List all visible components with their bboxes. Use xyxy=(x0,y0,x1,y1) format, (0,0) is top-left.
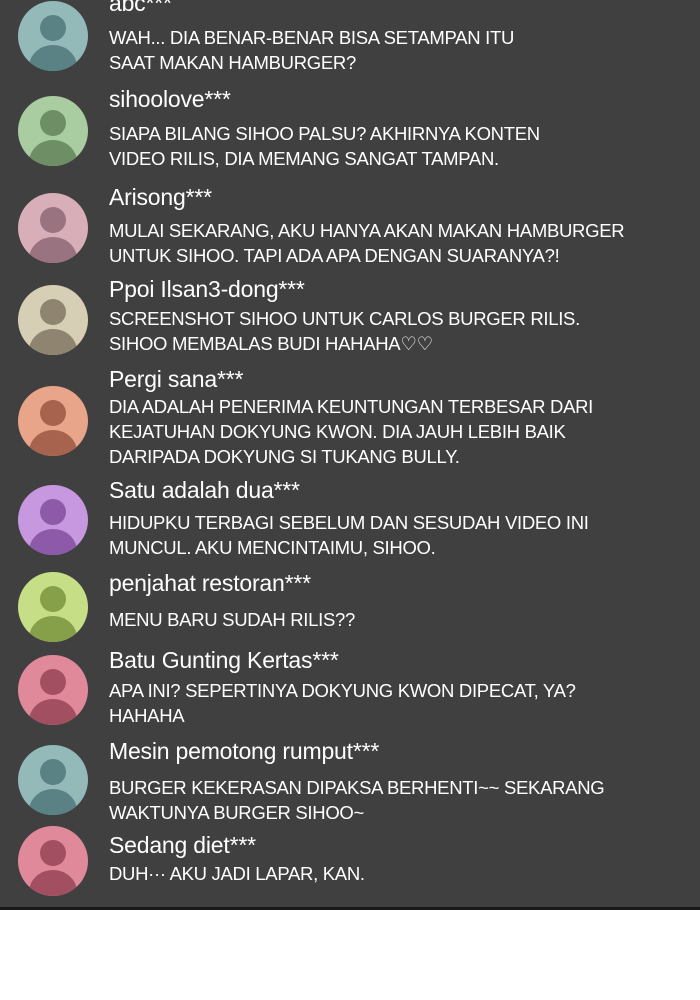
comment-text: SIAPA BILANG SIHOO PALSU? AKHIRNYA KONTE… xyxy=(109,123,540,169)
comment-username: sihoolove*** xyxy=(109,86,231,112)
user-silhouette-icon xyxy=(18,745,88,815)
comment-username: Satu adalah dua*** xyxy=(109,477,300,503)
user-silhouette-icon xyxy=(18,826,88,896)
avatar[interactable] xyxy=(18,485,88,555)
avatar[interactable] xyxy=(18,655,88,725)
avatar[interactable] xyxy=(18,745,88,815)
comment-username: Sedang diet*** xyxy=(109,832,256,858)
comment-username: Pergi sana*** xyxy=(109,366,244,392)
comment-text: MENU BARU SUDAH RILIS?? xyxy=(109,609,355,630)
comment-text: DIA ADALAH PENERIMA KEUNTUNGAN TERBESAR … xyxy=(109,396,594,467)
comment-text: BURGER KEKERASAN DIPAKSA BERHENTI~~ SEKA… xyxy=(109,777,605,823)
comment-text: DUH··· AKU JADI LAPAR, KAN. xyxy=(109,863,365,884)
avatar[interactable] xyxy=(18,96,88,166)
avatar[interactable] xyxy=(18,386,88,456)
avatar[interactable] xyxy=(18,1,88,71)
comment-text: APA INI? SEPERTINYA DOKYUNG KWON DIPECAT… xyxy=(109,680,576,726)
avatar[interactable] xyxy=(18,285,88,355)
user-silhouette-icon xyxy=(18,572,88,642)
avatar[interactable] xyxy=(18,572,88,642)
user-silhouette-icon xyxy=(18,655,88,725)
avatar[interactable] xyxy=(18,193,88,263)
comment-username: Batu Gunting Kertas*** xyxy=(109,647,339,673)
comment-username: Mesin pemotong rumput*** xyxy=(109,738,380,764)
user-silhouette-icon xyxy=(18,1,88,71)
comment-username: penjahat restoran*** xyxy=(109,570,311,596)
comment-text: MULAI SEKARANG, AKU HANYA AKAN MAKAN HAM… xyxy=(109,220,625,266)
user-silhouette-icon xyxy=(18,386,88,456)
comment-text: WAH... DIA BENAR-BENAR BISA SETAMPAN ITU… xyxy=(109,27,515,73)
comment-panel: abc*** WAH... DIA BENAR-BENAR BISA SETAMP… xyxy=(0,0,700,910)
user-silhouette-icon xyxy=(18,193,88,263)
user-silhouette-icon xyxy=(18,96,88,166)
comment-username: abc*** xyxy=(109,0,172,16)
comment-username: Ppoi Ilsan3-dong*** xyxy=(109,276,305,302)
user-silhouette-icon xyxy=(18,285,88,355)
avatar[interactable] xyxy=(18,826,88,896)
user-silhouette-icon xyxy=(18,485,88,555)
comment-text: SCREENSHOT SIHOO UNTUK CARLOS BURGER RIL… xyxy=(109,308,580,354)
comment-text: HIDUPKU TERBAGI SEBELUM DAN SESUDAH VIDE… xyxy=(109,512,589,558)
comment-username: Arisong*** xyxy=(109,184,212,210)
